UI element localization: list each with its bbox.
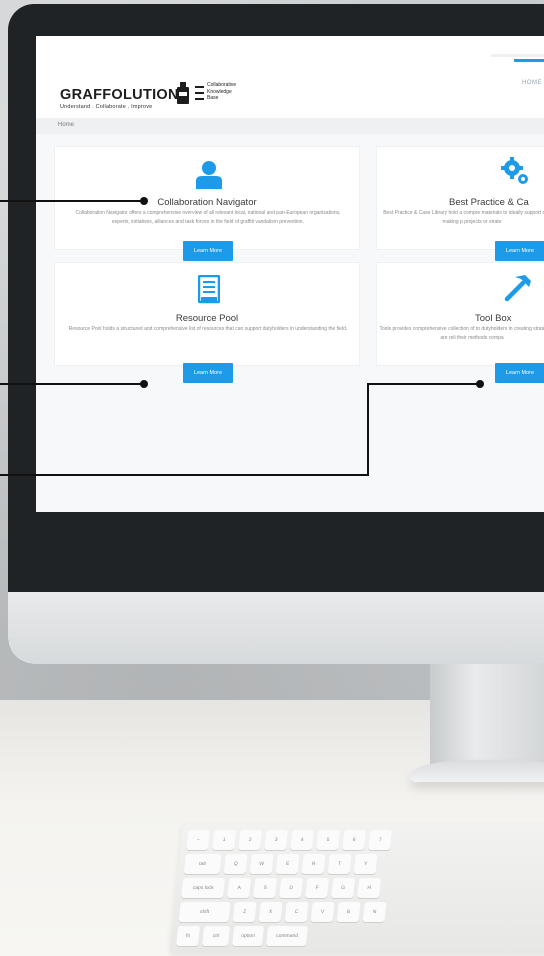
key[interactable]: ~ xyxy=(186,830,211,850)
key[interactable]: fn xyxy=(176,926,201,946)
key[interactable]: 7 xyxy=(368,830,393,850)
card-title: Collaboration Navigator xyxy=(157,197,257,208)
monitor-chin xyxy=(8,592,544,664)
key[interactable]: option xyxy=(232,926,265,946)
card-title: Tool Box xyxy=(475,313,512,324)
card-description: Tools provides comprehensive collection … xyxy=(379,326,544,341)
learn-more-button[interactable]: Learn More xyxy=(495,363,544,383)
key[interactable]: shift xyxy=(178,902,231,922)
content-area: Collaboration Navigator Collaboration Na… xyxy=(36,134,544,470)
key[interactable]: G xyxy=(331,878,356,898)
callout-line-toolbox-h1 xyxy=(368,383,480,385)
key[interactable]: T xyxy=(327,854,352,874)
spray-can-icon xyxy=(177,82,189,104)
callout-line-navigator xyxy=(0,200,146,202)
key-row: tab Q W E R T Y xyxy=(183,854,378,874)
key[interactable]: V xyxy=(310,902,335,922)
key-row: fn ctrl option command xyxy=(176,926,309,946)
card-description: Best Practice & Case Library hold a comp… xyxy=(383,210,544,225)
card-tool-box: Tool Box Tools provides comprehensive co… xyxy=(376,262,544,383)
key[interactable]: C xyxy=(284,902,309,922)
key[interactable]: E xyxy=(275,854,300,874)
nav-active-indicator xyxy=(514,59,544,62)
logo-kb-text: Collaborative Knowledge Base xyxy=(207,82,247,102)
key[interactable]: caps lock xyxy=(181,878,226,898)
callout-line-toolbox-h2 xyxy=(0,474,369,476)
card-title: Best Practice & Ca xyxy=(449,197,529,208)
breadcrumb-home[interactable]: Home xyxy=(58,122,74,128)
nav-home-link[interactable]: HOME xyxy=(522,80,542,86)
breadcrumb: Home xyxy=(36,118,544,134)
learn-more-button[interactable]: Learn More xyxy=(183,363,233,383)
person-icon xyxy=(196,161,222,189)
key[interactable]: N xyxy=(362,902,387,922)
logo-name[interactable]: GRAFFOLUTION xyxy=(60,87,179,103)
card-collaboration-navigator: Collaboration Navigator Collaboration Na… xyxy=(54,146,360,261)
key[interactable]: command xyxy=(266,926,309,946)
key[interactable]: S xyxy=(253,878,278,898)
callout-dot-navigator xyxy=(140,197,148,205)
callout-line-toolbox-v xyxy=(367,383,369,475)
key[interactable]: H xyxy=(357,878,382,898)
site-footer xyxy=(36,512,544,568)
logo-kb-line: Base xyxy=(207,95,219,101)
site-header: GRAFFOLUTION Understand . Collaborate . … xyxy=(36,36,544,118)
key[interactable]: A xyxy=(227,878,252,898)
keyboard: ~ 1 2 3 4 5 6 7 tab Q W E R T Y caps loc… xyxy=(169,824,544,954)
key-row: caps lock A S D F G H xyxy=(181,878,382,898)
key[interactable]: D xyxy=(279,878,304,898)
card-description: Resource Pool holds a structured and com… xyxy=(68,326,348,332)
callout-dot-toolbox xyxy=(476,380,484,388)
callout-dot-resource xyxy=(140,380,148,388)
key[interactable]: 4 xyxy=(290,830,315,850)
key[interactable]: 5 xyxy=(316,830,341,850)
key-row: ~ 1 2 3 4 5 6 7 xyxy=(186,830,393,850)
card-title: Resource Pool xyxy=(175,313,239,324)
key[interactable]: F xyxy=(305,878,330,898)
key[interactable]: 6 xyxy=(342,830,367,850)
page-bottom-area xyxy=(36,470,544,512)
monitor-base xyxy=(410,760,544,782)
callout-line-resource xyxy=(0,383,146,385)
monitor-screen: GRAFFOLUTION Understand . Collaborate . … xyxy=(36,36,544,568)
key[interactable]: Y xyxy=(353,854,378,874)
key[interactable]: R xyxy=(301,854,326,874)
card-description: Collaboration Navigator offers a compreh… xyxy=(75,210,341,225)
nav-strip xyxy=(491,54,544,57)
key[interactable]: ctrl xyxy=(202,926,231,946)
key[interactable]: 3 xyxy=(264,830,289,850)
key-row: shift Z X C V B N xyxy=(178,902,387,922)
file-cabinet-icon xyxy=(198,275,220,304)
key[interactable]: Z xyxy=(232,902,257,922)
logo-tagline: Understand . Collaborate . Improve xyxy=(60,104,153,110)
hammer-icon xyxy=(504,275,531,302)
key[interactable]: 1 xyxy=(212,830,237,850)
learn-more-button[interactable]: Learn More xyxy=(183,241,233,261)
monitor-stand xyxy=(430,664,544,774)
key[interactable]: 2 xyxy=(238,830,263,850)
card-best-practice: Best Practice & Ca Best Practice & Case … xyxy=(376,146,544,261)
key[interactable]: Q xyxy=(223,854,248,874)
gears-icon xyxy=(501,157,528,184)
learn-more-button[interactable]: Learn More xyxy=(495,241,544,261)
key[interactable]: tab xyxy=(183,854,222,874)
key[interactable]: W xyxy=(249,854,274,874)
card-resource-pool: Resource Pool Resource Pool holds a stru… xyxy=(54,262,360,383)
key[interactable]: B xyxy=(336,902,361,922)
key[interactable]: X xyxy=(258,902,283,922)
logo-lines-icon xyxy=(195,86,204,100)
